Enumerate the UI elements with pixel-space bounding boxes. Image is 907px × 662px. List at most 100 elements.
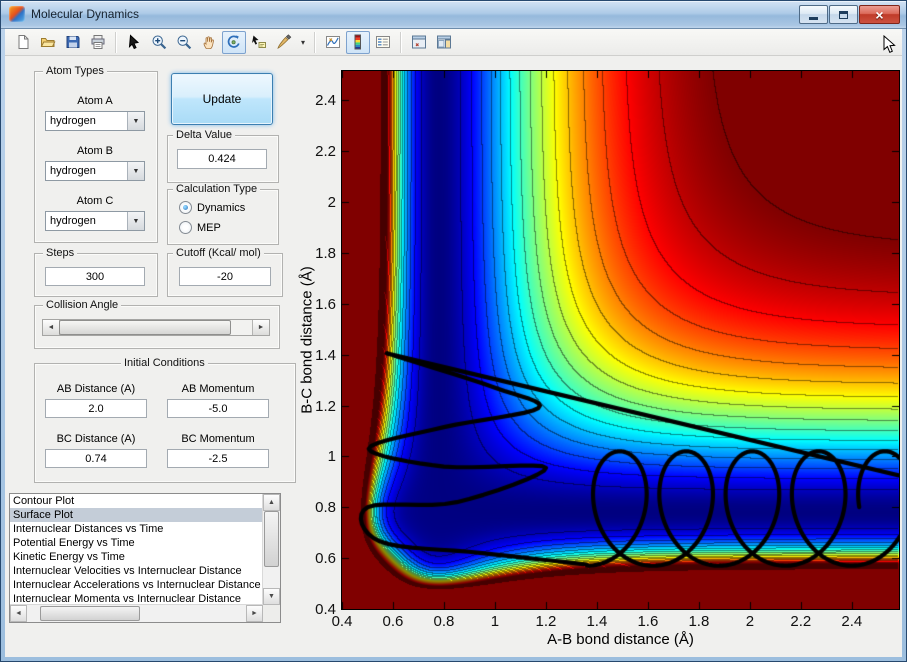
rotate-3d-button[interactable] xyxy=(222,30,246,54)
pan-button[interactable] xyxy=(197,31,221,54)
x-tick-label: 1.2 xyxy=(535,613,557,630)
ab-momentum-input[interactable] xyxy=(167,399,269,418)
calculation-type-title: Calculation Type xyxy=(173,183,261,195)
x-axis-label: A-B bond distance (Å) xyxy=(547,631,694,648)
save-icon xyxy=(66,36,80,48)
save-figure-button[interactable] xyxy=(61,31,85,54)
print-figure-button[interactable] xyxy=(86,31,110,54)
update-button[interactable]: Update xyxy=(171,73,273,125)
plot-type-item[interactable]: Internuclear Velocities vs Internuclear … xyxy=(10,564,263,578)
maximize-icon xyxy=(839,10,848,19)
slider-left-arrow[interactable]: ◄ xyxy=(43,320,60,335)
atom-b-select[interactable]: hydrogen ▼ xyxy=(45,161,145,181)
scroll-left-icon[interactable]: ◄ xyxy=(10,605,27,622)
show-plot-tools-icon xyxy=(437,35,451,49)
ab-distance-label: AB Distance (A) xyxy=(56,383,136,395)
radio-dynamics[interactable]: Dynamics xyxy=(179,201,245,214)
chevron-down-icon: ▼ xyxy=(127,162,144,180)
collision-angle-slider[interactable]: ◄ ► xyxy=(42,319,270,336)
bc-momentum-input[interactable] xyxy=(167,449,269,468)
slider-right-arrow[interactable]: ► xyxy=(252,320,269,335)
open-folder-icon xyxy=(40,38,56,47)
y-tick-label: 2 xyxy=(327,194,336,211)
plot-type-item[interactable]: Contour Plot xyxy=(10,494,263,508)
vertical-scroll-thumb[interactable] xyxy=(264,511,279,567)
chevron-down-icon: ▼ xyxy=(127,112,144,130)
plot-type-item[interactable]: Internuclear Distances vs Time xyxy=(10,522,263,536)
initial-conditions-title: Initial Conditions xyxy=(121,357,208,369)
atom-b-value: hydrogen xyxy=(50,165,96,177)
scroll-down-icon[interactable]: ▼ xyxy=(263,588,280,605)
plot-type-listbox: Contour Plot Surface Plot Internuclear Dis… xyxy=(9,493,281,623)
y-tick-label: 1.8 xyxy=(315,244,336,262)
open-file-button[interactable] xyxy=(36,31,60,54)
bc-distance-input[interactable] xyxy=(45,449,147,468)
zoom-out-button[interactable] xyxy=(172,31,196,54)
radio-icon xyxy=(179,201,192,214)
new-figure-button[interactable] xyxy=(11,31,35,54)
minimize-icon xyxy=(809,17,818,20)
insert-colorbar-button[interactable] xyxy=(346,30,370,54)
brush-button[interactable] xyxy=(272,31,296,54)
data-cursor-button[interactable] xyxy=(247,31,271,54)
atom-a-label: Atom A xyxy=(77,95,113,107)
plot-type-item[interactable]: Internuclear Accelerations vs Internucle… xyxy=(10,578,263,592)
x-tick-label: 0.6 xyxy=(382,613,404,630)
zoom-out-icon xyxy=(177,35,192,50)
hide-plot-tools-button[interactable] xyxy=(407,31,431,54)
zoom-in-button[interactable] xyxy=(147,31,171,54)
listbox-horizontal-scrollbar[interactable]: ◄ ► xyxy=(10,604,263,622)
listbox-vertical-scrollbar[interactable]: ▲ ▼ xyxy=(262,494,280,605)
brush-icon xyxy=(277,34,292,49)
bc-distance-label: BC Distance (A) xyxy=(56,433,136,445)
y-tick-label: 0.6 xyxy=(315,550,336,568)
radio-mep-label: MEP xyxy=(197,221,221,234)
steps-title: Steps xyxy=(43,247,78,259)
cutoff-input[interactable] xyxy=(179,267,271,286)
hide-plot-tools-icon xyxy=(412,35,426,49)
slider-thumb[interactable] xyxy=(59,320,231,335)
figure-client: ▾ Atom Types Atom A hydrogen ▼ Atom B hy… xyxy=(5,29,902,657)
ab-distance-input[interactable] xyxy=(45,399,147,418)
close-button[interactable]: × xyxy=(859,5,900,24)
x-tick-label: 1.8 xyxy=(688,613,710,630)
atom-c-select[interactable]: hydrogen ▼ xyxy=(45,211,145,231)
toolbar-separator xyxy=(400,31,402,53)
insert-legend-button[interactable] xyxy=(371,31,395,54)
toolbar-separator xyxy=(314,31,316,53)
atom-types-title: Atom Types xyxy=(43,65,107,77)
edit-plot-button[interactable] xyxy=(122,31,146,54)
plot-type-item[interactable]: Potential Energy vs Time xyxy=(10,536,263,550)
delta-value-title: Delta Value xyxy=(173,129,236,141)
y-tick-label: 0.8 xyxy=(315,499,336,517)
pan-icon xyxy=(203,36,214,50)
cutoff-title: Cutoff (Kcal/ mol) xyxy=(173,247,264,259)
chevron-down-icon: ▼ xyxy=(127,212,144,230)
radio-dynamics-label: Dynamics xyxy=(197,201,246,214)
y-tick-label: 1.2 xyxy=(315,397,336,415)
data-cursor-icon xyxy=(252,35,266,48)
y-tick-label: 1.6 xyxy=(315,295,336,313)
link-plot-button[interactable] xyxy=(321,31,345,54)
scroll-up-icon[interactable]: ▲ xyxy=(263,494,280,511)
toolbar: ▾ xyxy=(5,29,902,56)
show-plot-tools-button[interactable] xyxy=(432,31,456,54)
brush-dropdown-button[interactable]: ▾ xyxy=(297,31,309,54)
radio-mep[interactable]: MEP xyxy=(179,221,221,234)
rotate-3d-icon xyxy=(227,35,240,48)
steps-input[interactable] xyxy=(45,267,145,286)
delta-value-input[interactable] xyxy=(177,149,267,169)
plot-type-item[interactable]: Surface Plot xyxy=(10,508,263,522)
minimize-button[interactable] xyxy=(799,5,828,24)
scroll-right-icon[interactable]: ► xyxy=(246,605,263,622)
pointer-icon xyxy=(128,34,140,50)
maximize-button[interactable] xyxy=(829,5,858,24)
toolbar-separator xyxy=(115,31,117,53)
app-icon xyxy=(9,6,25,22)
horizontal-scroll-thumb[interactable] xyxy=(40,606,140,621)
plot-type-item[interactable]: Kinetic Energy vs Time xyxy=(10,550,263,564)
plot-canvas[interactable] xyxy=(341,70,900,610)
atom-a-select[interactable]: hydrogen ▼ xyxy=(45,111,145,131)
atom-a-value: hydrogen xyxy=(50,115,96,127)
titlebar: Molecular Dynamics × xyxy=(1,1,906,29)
